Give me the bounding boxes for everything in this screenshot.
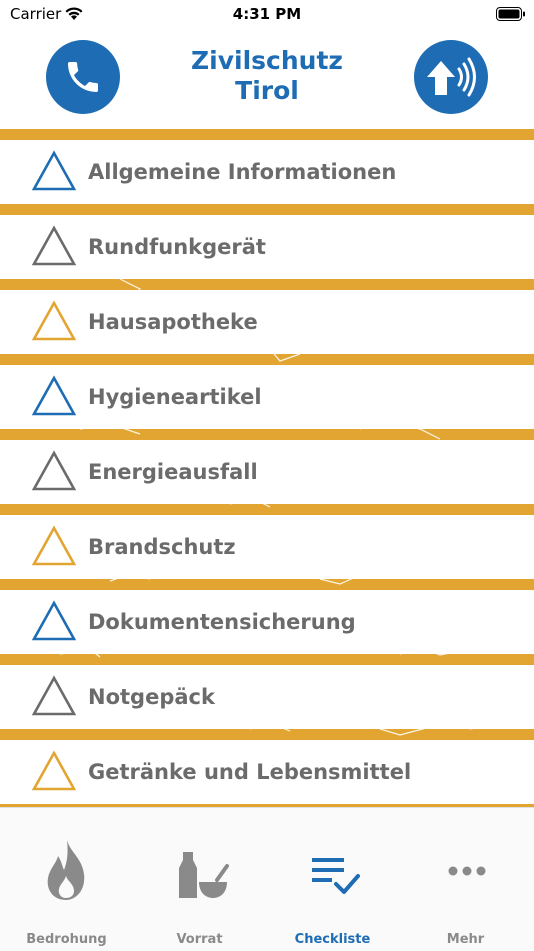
status-time: 4:31 PM bbox=[232, 5, 302, 23]
checklist-item[interactable]: Hygieneartikel bbox=[0, 365, 534, 429]
checklist-item[interactable]: Getränke und Lebensmittel bbox=[0, 740, 534, 804]
siren-speaker-icon bbox=[427, 57, 476, 97]
emergency-call-button[interactable] bbox=[46, 40, 120, 114]
checklist-item-label: Dokumentensicherung bbox=[88, 610, 356, 634]
checklist-item[interactable]: Hausapotheke bbox=[0, 290, 534, 354]
app-title-line1: Zivilschutz bbox=[191, 46, 343, 75]
checklist-item-label: Getränke und Lebensmittel bbox=[88, 760, 412, 784]
checklist-item-label: Rundfunkgerät bbox=[88, 235, 266, 259]
phone-icon bbox=[68, 62, 98, 92]
tab-label-vorrat: Vorrat bbox=[176, 932, 223, 947]
more-dots-icon bbox=[448, 866, 486, 876]
tab-bedrohung[interactable]: Bedrohung bbox=[0, 808, 133, 951]
battery-icon bbox=[496, 7, 525, 21]
bottle-mortar-icon bbox=[179, 852, 229, 898]
checklist-item[interactable]: Allgemeine Informationen bbox=[0, 140, 534, 204]
checklist-item-label: Notgepäck bbox=[88, 685, 215, 709]
checklist-item[interactable]: Dokumentensicherung bbox=[0, 590, 534, 654]
checklist-item-label: Brandschutz bbox=[88, 535, 236, 559]
triangle-icon bbox=[32, 600, 76, 641]
triangle-icon bbox=[32, 525, 76, 566]
tab-label-mehr: Mehr bbox=[446, 932, 485, 947]
checklist: Allgemeine Informationen Rundfunkgerät Hau… bbox=[0, 129, 534, 807]
checklist-item-label: Energieausfall bbox=[88, 460, 258, 484]
triangle-icon bbox=[32, 450, 76, 491]
app-header: Zivilschutz Tirol bbox=[0, 30, 534, 130]
tab-mehr[interactable]: Mehr bbox=[399, 808, 532, 951]
triangle-icon bbox=[32, 300, 76, 341]
triangle-icon bbox=[32, 375, 76, 416]
checklist-item-label: Hygieneartikel bbox=[88, 385, 262, 409]
triangle-icon bbox=[32, 225, 76, 266]
checklist-item-label: Allgemeine Informationen bbox=[88, 160, 397, 184]
checklist-item[interactable]: Rundfunkgerät bbox=[0, 215, 534, 279]
siren-signals-button[interactable] bbox=[414, 40, 488, 114]
triangle-icon bbox=[32, 675, 76, 716]
checklist-item[interactable]: Brandschutz bbox=[0, 515, 534, 579]
triangle-icon bbox=[32, 750, 76, 791]
tab-checkliste[interactable]: Checkliste bbox=[266, 808, 399, 951]
checklist-item-label: Hausapotheke bbox=[88, 310, 258, 334]
triangle-icon bbox=[32, 150, 76, 191]
flame-icon bbox=[47, 840, 85, 900]
status-bar: Carrier 4:31 PM bbox=[0, 0, 534, 30]
tab-bar: Bedrohung Vorrat Checkliste Mehr bbox=[0, 807, 534, 951]
tab-vorrat[interactable]: Vorrat bbox=[133, 808, 266, 951]
tab-label-checkliste: Checkliste bbox=[294, 932, 371, 947]
checklist-icon bbox=[312, 858, 360, 894]
checklist-item[interactable]: Notgepäck bbox=[0, 665, 534, 729]
app-title: Zivilschutz Tirol bbox=[150, 46, 384, 106]
app-title-line2: Tirol bbox=[235, 76, 299, 105]
checklist-item[interactable]: Energieausfall bbox=[0, 440, 534, 504]
tab-label-bedrohung: Bedrohung bbox=[26, 932, 107, 947]
